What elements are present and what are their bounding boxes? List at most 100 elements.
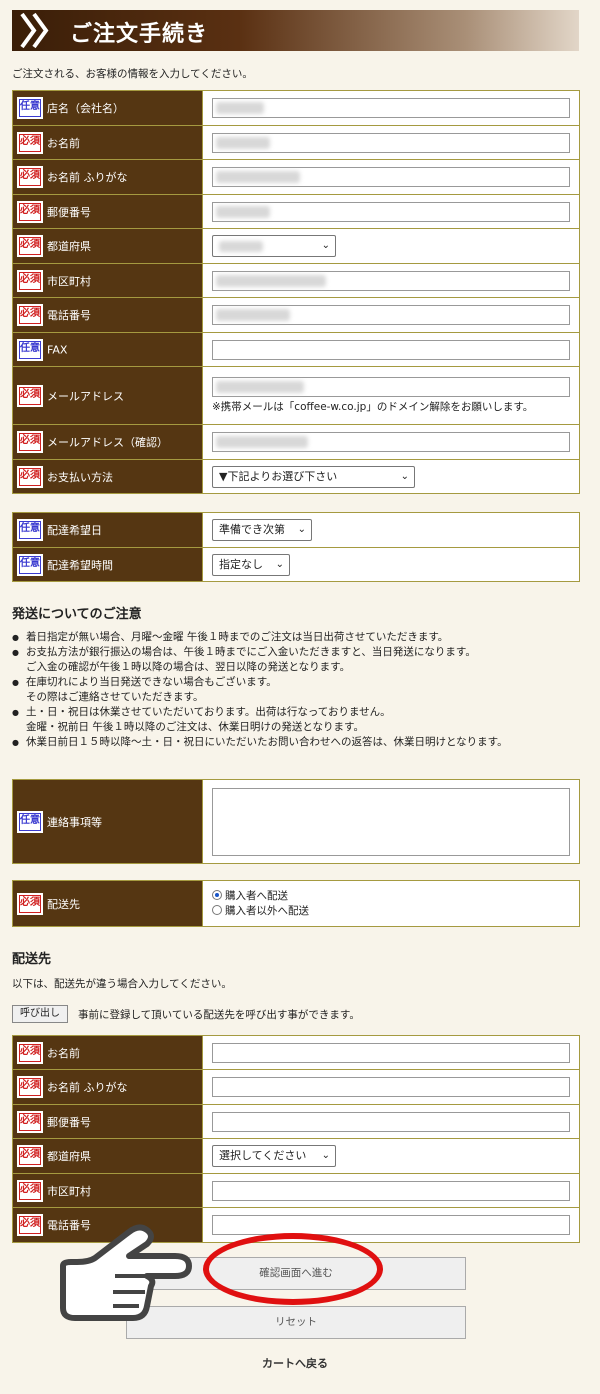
destination-form: 必須 配送先 購入者へ配送 購入者以外へ配送 — [12, 880, 580, 927]
name-label: お名前 — [47, 136, 80, 150]
delivery-time-select[interactable]: 指定なし ⌄ — [212, 553, 290, 576]
payment-select[interactable]: ▼下記よりお選び下さい ⌄ — [212, 465, 415, 488]
payment-label: お支払い方法 — [47, 470, 113, 484]
optional-badge: 任意 — [17, 519, 43, 541]
name-input[interactable] — [212, 132, 570, 153]
ship-kana-label: お名前 ふりがな — [47, 1081, 128, 1094]
intro-text: ご注文される、お客様の情報を入力してください。 — [12, 68, 253, 80]
optional-badge: 任意 — [17, 338, 43, 361]
required-badge: 必須 — [17, 304, 43, 326]
row-store-name: 任意 店名（会社名） — [12, 90, 580, 126]
customer-form: 任意 店名（会社名） 必須 お名前 必須 お名前 ふりがな 必須 郵便番号 必須 都道府県… — [12, 90, 580, 494]
row-phone: 必須 電話番号 — [12, 297, 580, 333]
city-input[interactable] — [212, 270, 570, 291]
ship-kana-input[interactable] — [212, 1077, 570, 1097]
optional-badge: 任意 — [17, 810, 43, 833]
highlight-circle — [203, 1233, 383, 1305]
required-badge: 必須 — [17, 384, 43, 407]
delivery-form: 任意 配達希望日 準備でき次第 ⌄ 任意 配達希望時間 指定なし ⌄ — [12, 512, 580, 582]
row-postal: 必須 郵便番号 — [12, 194, 580, 229]
required-badge: 必須 — [17, 269, 43, 292]
destination-option-buyer[interactable]: 購入者へ配送 — [212, 889, 570, 904]
radio-unchecked-icon[interactable] — [212, 904, 222, 915]
destination-option-other[interactable]: 購入者以外へ配送 — [212, 904, 570, 919]
shipping-notice-list: 着日指定が無い場合、月曜～金曜 午後１時までのご注文は当日出荷させていただきます… — [12, 630, 582, 750]
required-badge: 必須 — [17, 1076, 43, 1098]
row-destination: 必須 配送先 購入者へ配送 購入者以外へ配送 — [12, 880, 580, 927]
ship-prefecture-label: 都道府県 — [47, 1150, 91, 1163]
row-fax: 任意 FAX — [12, 332, 580, 367]
contact-form: 任意 連絡事項等 — [12, 779, 580, 864]
chevron-down-icon: ⌄ — [297, 524, 306, 535]
required-badge: 必須 — [17, 1179, 43, 1202]
prefecture-select[interactable]: ⌄ — [212, 235, 336, 257]
call-address-button[interactable]: 呼び出し — [12, 1005, 68, 1023]
row-contact: 任意 連絡事項等 — [12, 779, 580, 864]
required-badge: 必須 — [17, 1214, 43, 1236]
row-ship-name: 必須 お名前 — [12, 1035, 580, 1070]
ship-name-input[interactable] — [212, 1042, 570, 1063]
required-badge: 必須 — [17, 1041, 43, 1064]
row-ship-postal: 必須 郵便番号 — [12, 1104, 580, 1139]
list-item: 在庫切れにより当日発送できない場合もございます。その際はご連絡させていただきます… — [12, 675, 582, 705]
page-title: ご注文手続き — [70, 22, 209, 47]
required-badge: 必須 — [17, 235, 43, 257]
fax-input[interactable] — [212, 339, 570, 360]
delivery-time-label: 配達希望時間 — [47, 558, 113, 572]
ship-name-label: お名前 — [47, 1046, 80, 1060]
required-badge: 必須 — [17, 431, 43, 453]
row-ship-kana: 必須 お名前 ふりがな — [12, 1069, 580, 1105]
row-kana: 必須 お名前 ふりがな — [12, 159, 580, 195]
email-input[interactable] — [212, 377, 570, 397]
chevron-down-icon: ⌄ — [321, 240, 330, 251]
payment-select-value: ▼下記よりお選び下さい — [219, 469, 338, 483]
email-confirm-input[interactable] — [212, 432, 570, 452]
delivery-date-value: 準備でき次第 — [219, 523, 285, 536]
call-address-text: 事前に登録して頂いている配送先を呼び出す事ができます。 — [78, 1009, 360, 1021]
ship-postal-label: 郵便番号 — [47, 1115, 91, 1129]
contact-textarea[interactable] — [212, 787, 570, 856]
ship-city-label: 市区町村 — [47, 1184, 91, 1198]
kana-label: お名前 ふりがな — [47, 171, 128, 184]
row-name: 必須 お名前 — [12, 125, 580, 160]
ship-prefecture-select[interactable]: 選択してください ⌄ — [212, 1145, 336, 1167]
contact-label: 連絡事項等 — [47, 815, 102, 829]
phone-input[interactable] — [212, 305, 570, 325]
pointing-hand-icon — [60, 1224, 192, 1321]
row-payment: 必須 お支払い方法 ▼下記よりお選び下さい ⌄ — [12, 459, 580, 494]
required-badge: 必須 — [17, 1145, 43, 1167]
email-confirm-label: メールアドレス（確認） — [47, 436, 168, 449]
shipping-form: 必須 お名前 必須 お名前 ふりがな 必須 郵便番号 必須 都道府県 選択してください ⌄… — [12, 1035, 580, 1243]
ship-prefecture-value: 選択してください — [219, 1149, 307, 1162]
shipping-title: 配送先 — [12, 952, 52, 967]
list-item: 土・日・祝日は休業させていただいております。出荷は行なっておりません。金曜・祝前… — [12, 705, 582, 735]
kana-input[interactable] — [212, 167, 570, 187]
list-item: 着日指定が無い場合、月曜～金曜 午後１時までのご注文は当日出荷させていただきます… — [12, 630, 582, 645]
ship-phone-input[interactable] — [212, 1215, 570, 1235]
required-badge: 必須 — [17, 1110, 43, 1133]
shipping-notice-title: 発送についてのご注意 — [12, 607, 142, 622]
order-page: ご注文手続き ご注文される、お客様の情報を入力してください。 任意 店名（会社名）… — [0, 0, 600, 1394]
row-delivery-time: 任意 配達希望時間 指定なし ⌄ — [12, 547, 580, 582]
row-email: 必須 メールアドレス ※携帯メールは「coffee-w.co.jp」のドメイン解除… — [12, 366, 580, 425]
double-chevron-icon — [20, 12, 49, 49]
shipping-desc: 以下は、配送先が違う場合入力してください。 — [12, 978, 232, 990]
optional-badge: 任意 — [17, 553, 43, 576]
postal-label: 郵便番号 — [47, 205, 91, 219]
radio-checked-icon[interactable] — [212, 889, 222, 900]
back-to-cart-link[interactable]: カートへ戻る — [0, 1355, 590, 1371]
list-item: お支払方法が銀行振込の場合は、午後１時までにご入金いただきますと、当日発送になり… — [12, 645, 582, 675]
row-ship-city: 必須 市区町村 — [12, 1173, 580, 1208]
store-name-input[interactable] — [212, 98, 570, 118]
row-city: 必須 市区町村 — [12, 263, 580, 298]
ship-postal-input[interactable] — [212, 1111, 570, 1132]
store-name-label: 店名（会社名） — [47, 102, 124, 115]
postal-input[interactable] — [212, 201, 570, 222]
destination-label: 配送先 — [47, 897, 80, 911]
ship-city-input[interactable] — [212, 1180, 570, 1201]
required-badge: 必須 — [17, 166, 43, 188]
city-label: 市区町村 — [47, 274, 91, 288]
chevron-down-icon: ⌄ — [400, 470, 409, 482]
delivery-date-select[interactable]: 準備でき次第 ⌄ — [212, 519, 312, 541]
row-ship-prefecture: 必須 都道府県 選択してください ⌄ — [12, 1138, 580, 1174]
